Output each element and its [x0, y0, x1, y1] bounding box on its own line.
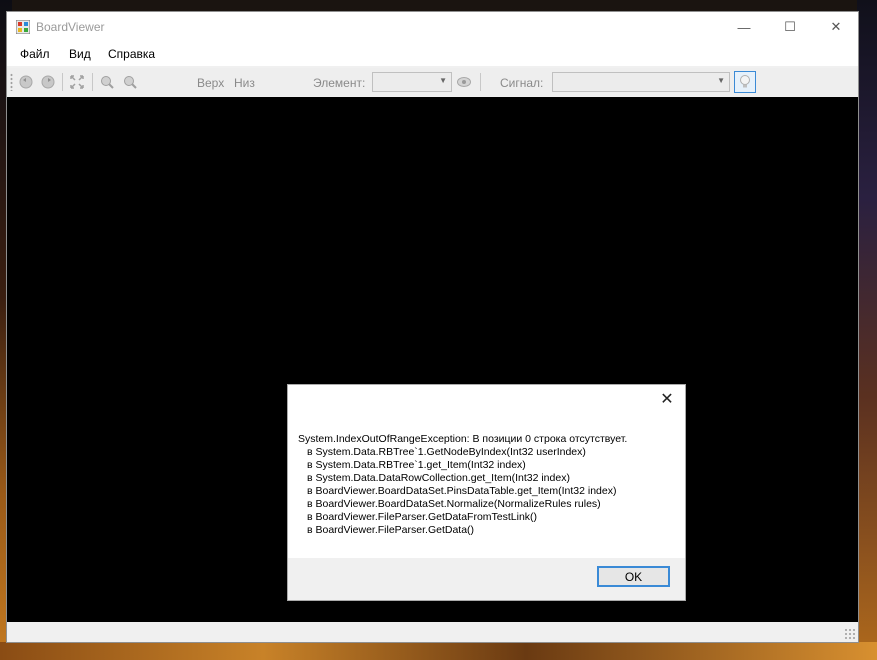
ok-button[interactable]: OK — [597, 566, 670, 587]
app-icon — [16, 20, 30, 34]
minimize-button[interactable]: — — [721, 12, 767, 42]
rotate-left-icon[interactable] — [18, 74, 34, 90]
error-line: в BoardViewer.FileParser.GetData() — [307, 524, 475, 536]
signal-label: Сигнал: — [500, 76, 544, 90]
window-title: BoardViewer — [36, 20, 105, 34]
error-line: в System.Data.DataRowCollection.get_Item… — [307, 472, 570, 484]
close-button[interactable]: ✕ — [813, 12, 859, 42]
dialog-footer: OK — [288, 558, 685, 600]
desktop-background-right — [857, 0, 877, 660]
highlight-toggle-button[interactable] — [734, 71, 756, 93]
menu-bar: Файл Вид Справка — [7, 42, 858, 66]
zoom-out-icon[interactable] — [99, 74, 115, 90]
menu-help[interactable]: Справка — [108, 47, 155, 61]
toolbar-separator — [480, 73, 481, 91]
element-select[interactable]: ▼ — [372, 72, 452, 92]
desktop-background-bottom — [0, 642, 877, 660]
maximize-icon: ☐ — [784, 19, 796, 34]
rotate-right-icon[interactable] — [40, 74, 56, 90]
lightbulb-icon — [740, 75, 750, 88]
error-line: System.IndexOutOfRangeException: В позиц… — [298, 433, 628, 445]
menu-view[interactable]: Вид — [69, 47, 91, 61]
chevron-down-icon: ▼ — [439, 76, 447, 85]
chevron-down-icon: ▼ — [717, 76, 725, 85]
title-bar[interactable]: BoardViewer — ☐ ✕ — [7, 12, 858, 42]
close-icon: ✕ — [830, 19, 842, 34]
dialog-close-button[interactable]: ✕ — [655, 387, 679, 411]
error-message: System.IndexOutOfRangeException: В позиц… — [298, 433, 678, 537]
menu-file[interactable]: Файл — [20, 47, 50, 61]
bottom-side-button[interactable]: Низ — [234, 76, 255, 90]
minimize-icon: — — [737, 19, 751, 35]
error-dialog: ✕ System.IndexOutOfRangeException: В поз… — [287, 384, 686, 601]
close-icon: ✕ — [660, 391, 674, 408]
fit-to-screen-icon[interactable] — [69, 74, 85, 90]
signal-select[interactable]: ▼ — [552, 72, 730, 92]
error-line: в BoardViewer.BoardDataSet.PinsDataTable… — [307, 485, 617, 497]
element-label: Элемент: — [313, 76, 366, 90]
toolbar: Верх Низ Элемент: ▼ Сигнал: ▼ — [7, 68, 858, 96]
zoom-in-icon[interactable] — [122, 74, 138, 90]
error-line: в BoardViewer.FileParser.GetDataFromTest… — [307, 511, 538, 523]
top-side-button[interactable]: Верх — [197, 76, 224, 90]
eye-icon[interactable] — [456, 74, 472, 90]
error-line: в BoardViewer.BoardDataSet.Normalize(Nor… — [307, 498, 601, 510]
status-bar — [7, 622, 858, 642]
toolbar-separator — [92, 73, 93, 91]
toolbar-grip[interactable] — [10, 73, 13, 91]
resize-grip[interactable] — [844, 628, 856, 640]
error-line: в System.Data.RBTree`1.GetNodeByIndex(In… — [307, 446, 586, 458]
error-line: в System.Data.RBTree`1.get_Item(Int32 in… — [307, 459, 526, 471]
maximize-button[interactable]: ☐ — [767, 12, 813, 42]
toolbar-separator — [62, 73, 63, 91]
